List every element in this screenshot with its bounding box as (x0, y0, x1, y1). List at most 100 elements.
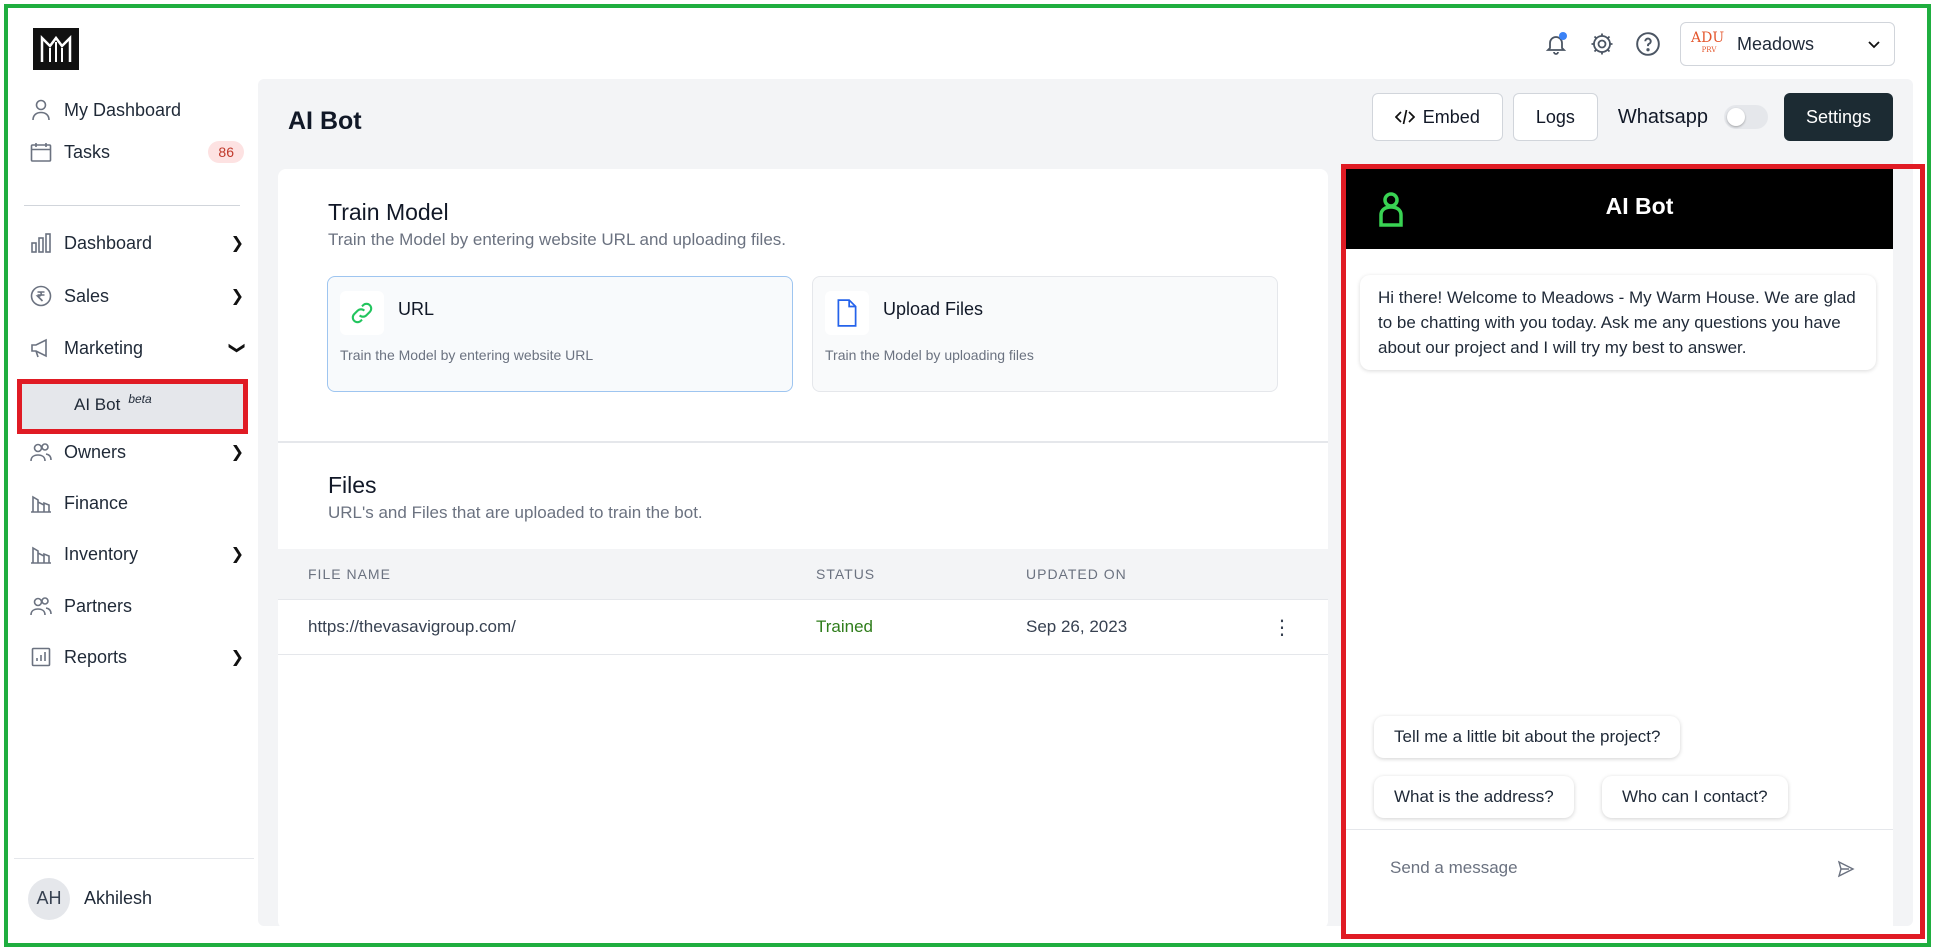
chevron-right-icon: ❯ (230, 649, 244, 666)
message-input[interactable] (1390, 858, 1810, 878)
sidebar-item-dashboard[interactable]: Dashboard ❯ (30, 223, 244, 263)
logs-button[interactable]: Logs (1512, 93, 1598, 141)
megaphone-icon (30, 337, 52, 359)
sidebar-item-label: Owners (64, 441, 127, 462)
logs-label: Logs (1535, 106, 1575, 127)
files-title: Files (328, 472, 377, 498)
sidebar-item-label: Marketing (64, 337, 144, 358)
project-logo: ADU PRV (1691, 30, 1725, 54)
sidebar-divider (24, 205, 240, 206)
files-subtitle: URL's and Files that are uploaded to tra… (328, 503, 703, 522)
project-selector[interactable]: ADU PRV Meadows (1680, 22, 1895, 66)
sidebar-item-my-dashboard[interactable]: My Dashboard (30, 90, 244, 130)
bar-chart-icon (30, 232, 52, 254)
whatsapp-toggle[interactable] (1723, 105, 1768, 129)
sidebar-item-label: Reports (64, 646, 128, 667)
column-header-updated-on: UPDATED ON (1026, 566, 1127, 582)
file-icon (825, 291, 869, 335)
chevron-right-icon: ❯ (230, 235, 244, 252)
train-model-title: Train Model (328, 199, 449, 225)
user-icon (30, 99, 52, 121)
link-icon (340, 291, 384, 335)
chevron-right-icon: ❯ (230, 546, 244, 563)
sidebar-item-partners[interactable]: Partners (30, 586, 244, 626)
tasks-count-badge: 86 (208, 141, 244, 163)
users-icon (30, 441, 52, 463)
embed-button[interactable]: Embed (1371, 93, 1503, 141)
sidebar-item-finance[interactable]: Finance (30, 483, 244, 523)
beta-tag: beta (128, 392, 152, 406)
table-row: https://thevasavigroup.com/ Trained Sep … (278, 599, 1328, 655)
sidebar-item-inventory[interactable]: Inventory ❯ (30, 534, 244, 574)
app-logo-icon (40, 34, 72, 62)
app-logo[interactable] (33, 28, 79, 70)
suggestion-chip[interactable]: Who can I contact? (1602, 776, 1788, 818)
user-name: Akhilesh (84, 888, 153, 908)
suggestion-chip[interactable]: What is the address? (1374, 776, 1574, 818)
upload-files-option-desc: Train the Model by uploading files (825, 347, 1034, 363)
train-model-subtitle: Train the Model by entering website URL … (328, 230, 787, 249)
url-option-label: URL (398, 299, 435, 319)
bot-greeting-message: Hi there! Welcome to Meadows - My Warm H… (1360, 275, 1876, 370)
more-vertical-icon[interactable]: ⋮ (1272, 600, 1292, 654)
url-option-desc: Train the Model by entering website URL (340, 347, 594, 363)
gear-icon[interactable] (1586, 28, 1618, 60)
chat-input-area (1346, 829, 1893, 914)
sidebar-item-label: Finance (64, 492, 129, 513)
sidebar-item-label: Sales (64, 285, 110, 306)
topbar-actions: ADU PRV Meadows (1540, 21, 1895, 67)
upload-files-option-card[interactable]: Upload Files Train the Model by uploadin… (812, 276, 1278, 392)
users-icon (30, 595, 52, 617)
rupee-icon (30, 285, 52, 307)
building-icon (30, 543, 52, 565)
updated-on-cell: Sep 26, 2023 (1026, 617, 1128, 636)
embed-label: Embed (1422, 106, 1480, 127)
chevron-right-icon: ❯ (230, 288, 244, 305)
sidebar-item-label: Inventory (64, 543, 139, 564)
sidebar-subitem-label: AI Bot (74, 395, 121, 414)
sidebar-item-label: Dashboard (64, 232, 153, 253)
chat-title: AI Bot (1605, 193, 1674, 219)
report-icon (30, 646, 52, 668)
sidebar-subitem-ai-bot[interactable]: AI Bot beta (22, 381, 246, 429)
calendar-icon (30, 141, 52, 163)
settings-button[interactable]: Settings (1783, 93, 1893, 141)
suggestion-chip[interactable]: Tell me a little bit about the project? (1374, 716, 1681, 758)
train-model-card: Train Model Train the Model by entering … (278, 169, 1328, 929)
file-name-cell[interactable]: https://thevasavigroup.com/ (308, 600, 516, 654)
sidebar-item-tasks[interactable]: Tasks 86 (30, 132, 244, 172)
chat-header: AI Bot (1346, 169, 1893, 249)
chevron-right-icon: ❯ (230, 444, 244, 461)
sidebar-item-label: Tasks (64, 141, 111, 162)
user-profile[interactable]: AH Akhilesh (14, 858, 254, 938)
bell-icon[interactable] (1540, 28, 1572, 60)
notification-dot (1559, 32, 1567, 40)
section-divider (278, 441, 1328, 443)
chevron-down-icon: ❯ (228, 341, 246, 355)
page-title: AI Bot (288, 107, 362, 135)
column-header-status: STATUS (816, 566, 876, 582)
project-name: Meadows (1737, 33, 1815, 54)
sidebar-item-reports[interactable]: Reports ❯ (30, 637, 244, 677)
whatsapp-label: Whatsapp (1617, 105, 1708, 128)
finance-icon (30, 492, 52, 514)
upload-files-option-label: Upload Files (883, 299, 984, 319)
help-icon[interactable] (1632, 28, 1664, 60)
sidebar-item-label: Partners (64, 595, 133, 616)
sidebar: My Dashboard Tasks 86 Dashboard ❯ Sales … (14, 90, 254, 940)
chevron-down-icon (1868, 41, 1880, 49)
sidebar-item-marketing[interactable]: Marketing ❯ (30, 328, 246, 368)
column-header-file-name: FILE NAME (308, 566, 391, 582)
avatar: AH (28, 877, 70, 920)
sidebar-item-sales[interactable]: Sales ❯ (30, 276, 244, 316)
sidebar-item-owners[interactable]: Owners ❯ (30, 432, 244, 472)
files-table-header: FILE NAME STATUS UPDATED ON (278, 549, 1328, 599)
status-cell: Trained (816, 617, 874, 636)
settings-label: Settings (1805, 106, 1871, 127)
url-option-card[interactable]: URL Train the Model by entering website … (327, 276, 793, 392)
send-icon[interactable] (1837, 860, 1855, 878)
header-actions: Embed Logs Whatsapp Settings (1371, 93, 1893, 141)
code-icon (1394, 109, 1415, 125)
sidebar-item-label: My Dashboard (64, 99, 182, 120)
chat-preview-panel: AI Bot Hi there! Welcome to Meadows - My… (1346, 169, 1893, 934)
